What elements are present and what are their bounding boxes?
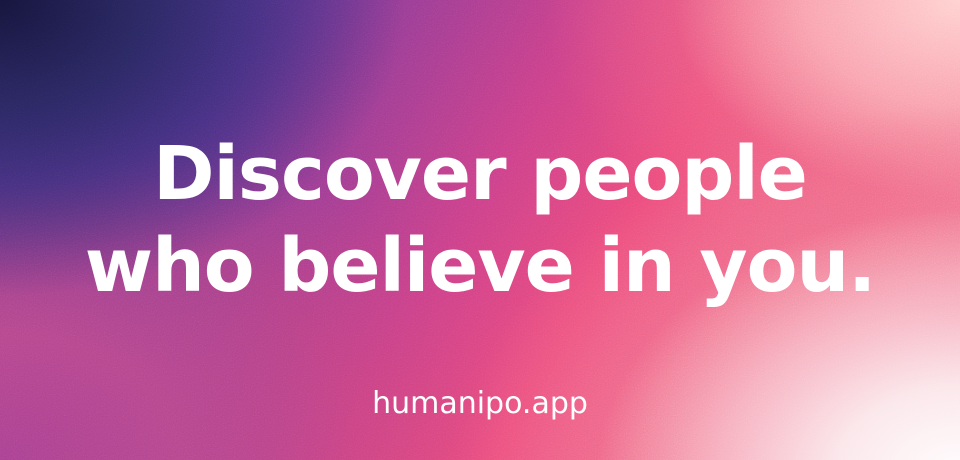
headline-line-1: Discover people bbox=[153, 131, 808, 217]
promo-banner: Discover people who believe in you. huma… bbox=[0, 0, 960, 460]
headline-line-2: who believe in you. bbox=[84, 223, 877, 309]
website-link[interactable]: humanipo.app bbox=[0, 384, 960, 424]
headline: Discover people who believe in you. bbox=[0, 128, 960, 312]
